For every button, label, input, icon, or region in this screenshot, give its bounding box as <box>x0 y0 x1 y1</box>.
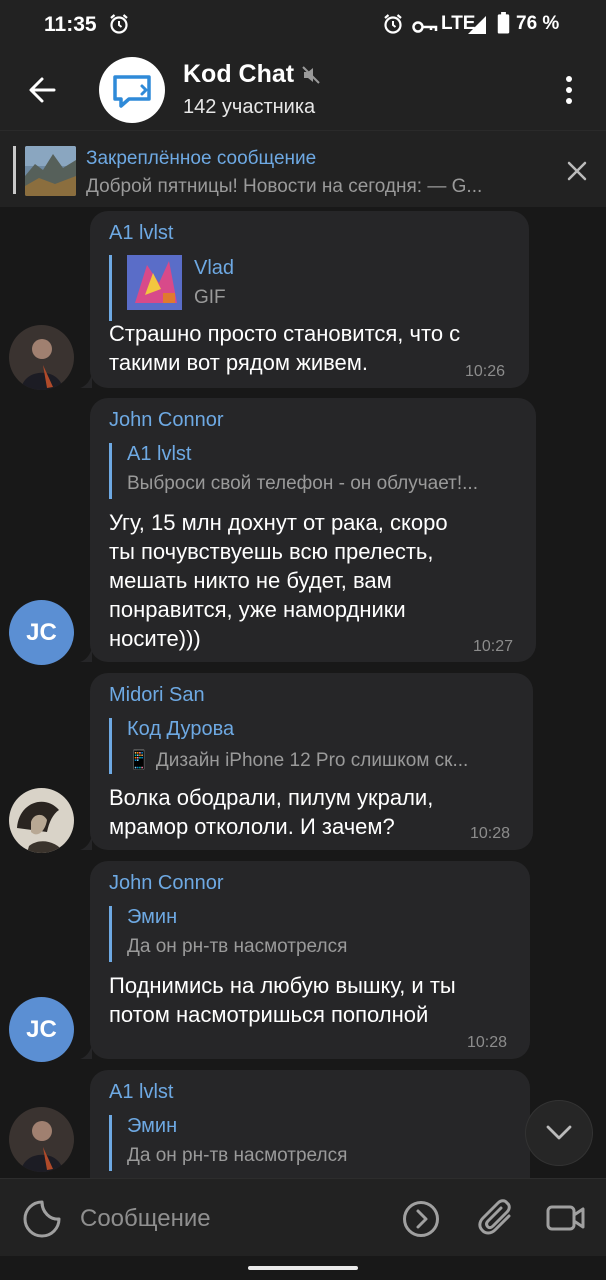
reply-text: 📱 Дизайн iPhone 12 Pro слишком ск... <box>127 750 469 771</box>
message-sender[interactable]: John Connor <box>109 872 224 895</box>
back-arrow-icon[interactable] <box>24 72 64 108</box>
chevron-down-icon <box>546 1125 572 1140</box>
close-icon[interactable] <box>566 160 588 182</box>
reply-quote[interactable]: Эмин Да он рн-тв насмотрелся <box>109 1115 512 1171</box>
vpn-key-icon <box>412 21 438 33</box>
reply-author: Vlad <box>194 257 235 279</box>
status-time: 11:35 <box>44 13 97 36</box>
message-time: 10:26 <box>465 363 506 380</box>
user-photo <box>9 325 74 390</box>
message-sender[interactable]: A1 lvlst <box>109 1081 173 1104</box>
home-gesture-handle[interactable] <box>248 1266 358 1270</box>
message-composer <box>0 1178 606 1257</box>
user-photo <box>9 788 74 853</box>
reply-text: GIF <box>194 287 226 308</box>
message-text: Поднимись на любую вышку, и ты потом нас… <box>109 973 456 1027</box>
battery-icon <box>497 12 510 34</box>
pinned-title: Закреплённое сообщение <box>86 148 317 169</box>
reply-quote[interactable]: Эмин Да он рн-тв насмотрелся <box>109 906 512 962</box>
message-sender[interactable]: John Connor <box>109 409 224 432</box>
avatar-a1-lvlst[interactable] <box>9 325 74 390</box>
muted-speaker-icon <box>302 66 320 84</box>
pinned-message[interactable]: Закреплённое сообщение Доброй пятницы! Н… <box>0 130 606 207</box>
reply-quote[interactable]: A1 lvlst Выброси свой телефон - он облуч… <box>109 443 522 499</box>
reply-author: A1 lvlst <box>127 443 192 465</box>
chat-title[interactable]: Kod Chat <box>183 60 294 89</box>
reply-author: Эмин <box>127 1115 178 1137</box>
pinned-indicator <box>13 146 16 194</box>
avatar-john-connor[interactable]: JC <box>9 600 74 665</box>
avatar-midori-san[interactable] <box>9 788 74 853</box>
reply-text: Да он рн-тв насмотрелся <box>127 1145 348 1166</box>
avatar-john-connor[interactable]: JC <box>9 997 74 1062</box>
message-input[interactable] <box>80 1199 380 1239</box>
status-bar: 11:35 LTE 76 % <box>0 0 606 50</box>
message-time: 10:27 <box>473 638 514 655</box>
group-avatar[interactable] <box>99 57 165 123</box>
alarm-icon <box>384 14 402 34</box>
message-text: Страшно просто становится, что с такими … <box>109 321 461 375</box>
reply-author: Эмин <box>127 906 178 928</box>
reply-quote[interactable]: Код Дурова 📱 Дизайн iPhone 12 Pro слишко… <box>109 718 520 774</box>
signal-icon <box>468 16 486 34</box>
reply-author: Код Дурова <box>127 718 235 740</box>
more-options-icon[interactable] <box>556 74 582 106</box>
reply-quote[interactable]: Vlad GIF <box>109 255 234 321</box>
message-time: 10:28 <box>467 1034 508 1051</box>
message-bubble[interactable]: A1 lvlst Vlad GIF Страшно просто станови… <box>80 211 529 388</box>
battery-level: 76 % <box>516 13 560 34</box>
user-photo <box>9 1107 74 1172</box>
gif-thumbnail <box>127 255 182 310</box>
message-time: 10:28 <box>470 825 511 842</box>
sticker-emoji-icon[interactable] <box>22 1199 62 1239</box>
message-sender[interactable]: Midori San <box>109 684 205 707</box>
reply-text: Выброси свой телефон - он облучает!... <box>127 473 478 494</box>
message-text: Угу, 15 млн дохнут от рака, скоро ты поч… <box>109 510 448 651</box>
alarm-icon <box>110 14 128 34</box>
system-navigation-bar <box>0 1256 606 1280</box>
message-bubble[interactable]: John Connor Эмин Да он рн-тв насмотрелся… <box>80 861 530 1059</box>
message-sender[interactable]: A1 lvlst <box>109 222 173 245</box>
message-bubble[interactable]: John Connor A1 lvlst Выброси свой телефо… <box>80 398 536 662</box>
video-message-icon[interactable] <box>546 1201 586 1235</box>
pinned-thumbnail <box>25 146 76 196</box>
chat-header: Kod Chat 142 участника <box>0 50 606 130</box>
pinned-text: Доброй пятницы! Новости на сегодня: — G.… <box>86 176 483 197</box>
message-text: Волка ободрали, пилум украли, мрамор отк… <box>109 785 434 839</box>
bot-commands-icon[interactable] <box>401 1199 441 1239</box>
members-count: 142 участника <box>183 96 316 118</box>
avatar-a1-lvlst[interactable] <box>9 1107 74 1172</box>
scroll-down-button[interactable] <box>525 1100 593 1166</box>
chat-bubble-logo-icon <box>113 75 151 108</box>
reply-text: Да он рн-тв насмотрелся <box>127 936 348 957</box>
message-bubble[interactable]: Midori San Код Дурова 📱 Дизайн iPhone 12… <box>80 673 533 850</box>
attachment-paperclip-icon[interactable] <box>478 1198 516 1238</box>
